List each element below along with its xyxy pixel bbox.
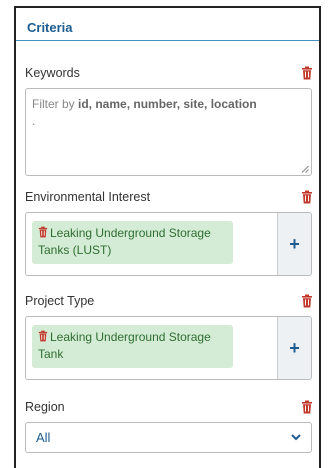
trash-icon[interactable] [301,66,313,80]
plus-icon: + [289,337,300,358]
environmental-interest-tag-label: Leaking Underground Storage Tanks (LUST) [38,226,211,257]
panel-header: Criteria [16,8,319,41]
tag-remove-trash-icon[interactable] [38,226,48,238]
project-type-section: Project Type Leaking Underground Storage… [25,292,313,380]
environmental-interest-section: Environmental Interest Leaking Undergrou… [25,188,313,276]
environmental-interest-label: Environmental Interest [25,190,151,204]
trash-icon[interactable] [301,294,313,308]
add-project-type-button[interactable]: + [277,317,311,379]
panel-title: Criteria [27,20,73,35]
resize-handle-icon[interactable] [301,165,309,173]
region-selected-value: All [36,430,51,445]
project-type-tag: Leaking Underground Storage Tank [32,325,233,368]
plus-icon: + [289,233,300,254]
region-label: Region [25,400,65,414]
region-section: Region All [25,398,313,453]
keywords-placeholder-prefix: Filter by [32,97,79,111]
tag-remove-trash-icon[interactable] [38,330,48,342]
environmental-interest-tagbox: Leaking Underground Storage Tanks (LUST)… [25,212,312,276]
keywords-textarea[interactable]: Filter by id, name, number, site, locati… [25,88,312,176]
project-type-tagbox: Leaking Underground Storage Tank + [25,316,312,380]
project-type-label: Project Type [25,294,95,308]
keywords-label: Keywords [25,66,80,80]
criteria-panel: Criteria Keywords Filter by id, name, nu… [14,6,321,468]
keywords-section: Keywords Filter by id, name, number, sit… [25,64,313,176]
project-type-tag-label: Leaking Underground Storage Tank [38,330,211,361]
trash-icon[interactable] [301,190,313,204]
add-environmental-interest-button[interactable]: + [277,213,311,275]
keywords-placeholder-fields: id, name, number, site, location [78,97,257,111]
environmental-interest-tag: Leaking Underground Storage Tanks (LUST) [32,221,233,264]
keywords-placeholder-suffix: . [32,114,36,128]
region-select[interactable]: All [25,422,312,453]
chevron-down-icon [291,434,301,441]
trash-icon[interactable] [301,400,313,414]
